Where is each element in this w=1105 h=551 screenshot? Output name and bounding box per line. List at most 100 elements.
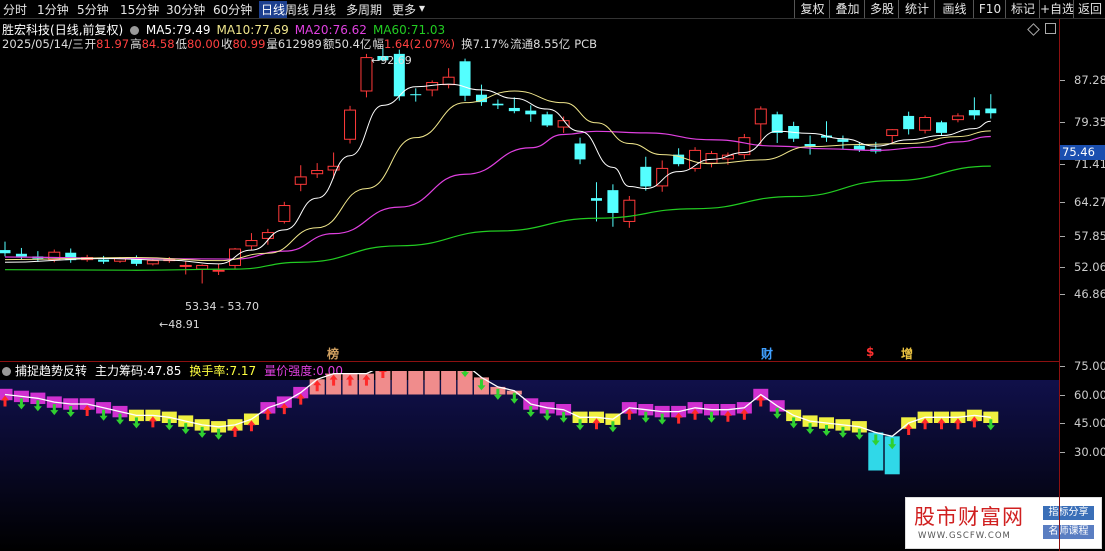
ma-legend: MA5:79.49 MA10:77.69 MA20:76.62 MA60:71.03 [146, 23, 445, 37]
price-tick-mark [1060, 236, 1065, 238]
candle[interactable] [475, 84, 487, 106]
period-5[interactable]: 30分钟 [166, 1, 205, 18]
price-tick-mark [1060, 266, 1065, 268]
chart-corner-window-icon[interactable] [1045, 23, 1056, 34]
price-tick-mark [1060, 122, 1065, 124]
axis-border [1059, 19, 1060, 551]
candle[interactable] [771, 111, 783, 143]
period-10[interactable]: 多周期 [346, 1, 382, 18]
indicator-tick: 60.00 [1074, 387, 1105, 402]
ma-value-2: 77.69 [254, 23, 289, 37]
candle[interactable] [311, 163, 324, 178]
candle[interactable] [426, 80, 439, 97]
candle[interactable] [968, 97, 980, 120]
candle[interactable] [936, 120, 948, 136]
candle[interactable] [98, 255, 110, 264]
candle[interactable] [327, 152, 340, 179]
ma10-line [4, 90, 991, 262]
candle[interactable] [15, 247, 27, 260]
candle[interactable] [442, 68, 455, 89]
indicator-bar[interactable] [408, 371, 424, 395]
period-8[interactable]: 周线 [285, 1, 309, 18]
period-4[interactable]: 15分钟 [120, 1, 159, 18]
toolbar-button-4[interactable]: 统计 [898, 0, 935, 18]
candle[interactable] [459, 58, 471, 102]
candle[interactable] [804, 135, 816, 155]
event-marker[interactable]: 财 [761, 345, 773, 362]
event-marker[interactable]: 榜 [327, 345, 339, 362]
candlestick-chart[interactable] [0, 40, 1060, 360]
candle[interactable] [410, 88, 422, 102]
watermark-url: WWW.GSCFW.COM [918, 531, 1011, 541]
period-7[interactable]: 日线 [259, 1, 288, 18]
watermark-logo: 股市财富网 [914, 505, 1024, 529]
candle[interactable] [525, 105, 537, 122]
indicator-tick: 75.00 [1074, 359, 1105, 373]
period-3[interactable]: 5分钟 [77, 1, 109, 18]
indicator-chart[interactable] [0, 371, 1060, 551]
watermark: 股市财富网 WWW.GSCFW.COM 指标分享 名师课程 [905, 497, 1102, 549]
candle[interactable] [607, 184, 619, 227]
candle[interactable] [32, 251, 44, 262]
indicator-bar[interactable] [391, 371, 407, 395]
candle[interactable] [278, 201, 291, 224]
candle[interactable] [130, 255, 142, 266]
period-9[interactable]: 月线 [312, 1, 336, 18]
candle[interactable] [541, 111, 553, 128]
candle[interactable] [344, 105, 357, 144]
price-tick-mark [1060, 201, 1065, 203]
indicator-tick-mark [1060, 394, 1065, 396]
period-1[interactable]: 分时 [3, 1, 27, 18]
ma-value-1: 79.49 [176, 23, 211, 37]
candle[interactable] [738, 133, 751, 159]
candle[interactable] [294, 165, 307, 192]
top-toolbar: 分时 1分钟 5分钟 15分钟 30分钟 60分钟 日线 周线 月线 多周期 更多 ▾ 复权 叠加 多股 统计… [0, 0, 1105, 19]
more-chevron-down-icon[interactable]: ▾ [419, 1, 425, 15]
settings-circle-icon[interactable] [130, 26, 140, 35]
candle[interactable] [65, 248, 77, 263]
candle[interactable] [623, 195, 636, 228]
period-6[interactable]: 60分钟 [213, 1, 252, 18]
candle[interactable] [985, 94, 997, 119]
candle[interactable] [903, 111, 915, 135]
candle[interactable] [492, 99, 504, 110]
watermark-tag-2: 名师课程 [1043, 525, 1094, 539]
candle[interactable] [640, 156, 652, 191]
indicator-tick: 30.00 [1074, 444, 1105, 459]
candle[interactable] [574, 137, 586, 165]
candle[interactable] [508, 97, 520, 114]
candle[interactable] [0, 241, 11, 257]
chart-corner-diamond-icon[interactable] [1027, 23, 1040, 36]
toolbar-button-1[interactable]: 复权 [794, 0, 830, 18]
candle[interactable] [754, 106, 767, 145]
candle[interactable] [245, 233, 258, 251]
price-axis: 87.28 79.35 71.41 64.27 57.85 52.06 46.86 [1060, 0, 1105, 345]
period-2[interactable]: 1分钟 [37, 1, 69, 18]
indicator-bar[interactable] [424, 371, 440, 395]
candle[interactable] [590, 182, 602, 222]
high-price-annotation: ←92.69 [371, 54, 412, 67]
candle[interactable] [870, 141, 882, 154]
ma-value-3: 76.62 [332, 23, 367, 37]
stock-name[interactable]: 胜宏科技 [2, 23, 50, 37]
candle[interactable] [261, 228, 274, 245]
candle[interactable] [821, 121, 832, 142]
toolbar-button-2[interactable]: 叠加 [829, 0, 865, 18]
price-tick: 79.35 [1074, 115, 1105, 130]
toolbar-button-6[interactable]: F10 [973, 0, 1006, 18]
candle[interactable] [919, 115, 932, 134]
candle[interactable] [179, 260, 192, 275]
candle[interactable] [837, 135, 849, 150]
toolbar-button-3[interactable]: 多股 [864, 0, 899, 18]
indicator-bar[interactable] [441, 371, 457, 395]
candle[interactable] [951, 113, 964, 123]
price-tick: 52.06 [1074, 259, 1105, 274]
candle[interactable] [196, 264, 209, 284]
toolbar-button-5[interactable]: 画线 [934, 0, 974, 18]
period-11[interactable]: 更多 [392, 1, 416, 18]
toolbar-button-7[interactable]: 标记 [1005, 0, 1040, 18]
event-marker[interactable]: 增 [901, 345, 913, 362]
ma60-line [4, 165, 991, 271]
event-marker[interactable]: $ [866, 345, 874, 359]
ma-label-1: MA5: [145, 23, 177, 37]
